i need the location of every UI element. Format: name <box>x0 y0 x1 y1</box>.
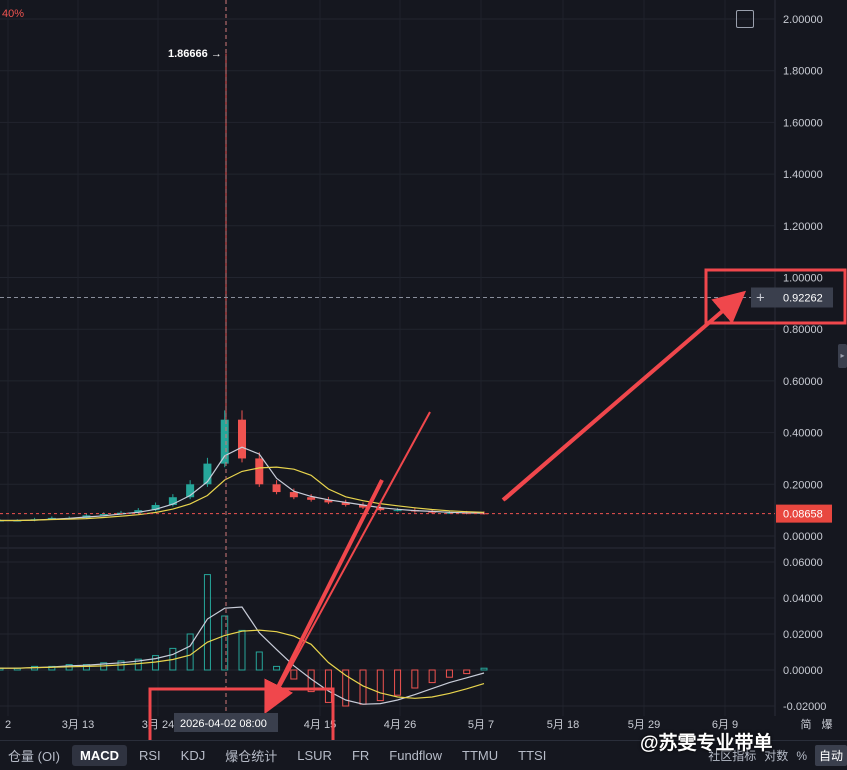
candle-body <box>289 492 298 498</box>
peak-price-label: 1.86666 → <box>168 48 222 60</box>
macd-tick-label: -0.02000 <box>783 701 826 713</box>
ma-long-line <box>0 466 485 522</box>
time-tick-label: 4月 26 <box>384 719 416 731</box>
tab-3[interactable]: KDJ <box>173 745 214 766</box>
tab-8[interactable]: TTMU <box>454 745 506 766</box>
price-tick-label: 0.40000 <box>783 428 823 440</box>
macd-bar <box>428 669 436 684</box>
time-tick-label: 5月 18 <box>547 719 579 731</box>
time-tick-label: 2 <box>5 719 11 731</box>
macd-bar <box>186 633 194 671</box>
macd-bar <box>324 669 332 703</box>
macd-tick-label: 0.02000 <box>783 629 823 641</box>
price-tick-label: 2.00000 <box>783 14 823 26</box>
chart-grid <box>0 0 776 716</box>
indicator-tabs: 仓量 (OI) MACD RSI KDJ 爆仓统计 LSUR FR Fundflow TTMU T… <box>0 743 558 768</box>
time-tick-label: 3月 13 <box>62 719 94 731</box>
macd-tick-label: 0.06000 <box>783 557 823 569</box>
annotation-overlay <box>0 0 847 740</box>
candles-group <box>0 53 488 522</box>
tab-2[interactable]: RSI <box>131 745 169 766</box>
candle-body <box>255 458 264 485</box>
price-tick-label: 0.80000 <box>783 324 823 336</box>
macd-bar <box>411 669 419 689</box>
price-tick-label: 1.00000 <box>783 273 823 285</box>
watermark: @苏雯专业带单 <box>640 733 773 754</box>
current-price-label: 0.08658 <box>783 509 823 521</box>
annotation-arrow-price <box>501 290 747 502</box>
macd-bar <box>376 669 384 702</box>
time-tick-label: 4月 15 <box>304 719 336 731</box>
label-group: 40% 1.86666 → + 0.92262 0.08658 2026-04-02 08… <box>2 8 833 732</box>
candle-body <box>307 497 316 500</box>
tab-9[interactable]: TTSI <box>510 745 554 766</box>
crosshair-time-label: 2026-04-02 08:00 <box>180 718 267 730</box>
side-panel-handle-icon[interactable]: ▸ <box>838 344 847 368</box>
macd-bar <box>290 669 298 680</box>
candle-body <box>393 510 402 512</box>
crosshair-price-label: 0.92262 <box>783 293 823 305</box>
time-tick-label: 5月 7 <box>468 719 494 731</box>
price-tick-label: 1.60000 <box>783 117 823 129</box>
price-tick-label: 1.40000 <box>783 169 823 181</box>
macd-bar <box>238 629 246 671</box>
price-tick-label: 0.00000 <box>783 531 823 543</box>
plus-icon: + <box>756 290 765 307</box>
price-tick-label: 1.80000 <box>783 66 823 78</box>
macd-panel <box>0 574 488 707</box>
price-tick-label: 1.20000 <box>783 221 823 233</box>
macd-bar <box>273 665 281 671</box>
tab-4[interactable]: 爆仓统计 <box>217 743 285 768</box>
annotation-arrow-thin-2 <box>269 411 431 706</box>
axes-group: 0.00000 0.20000 0.40000 0.60000 0.80000 1.000… <box>5 14 833 731</box>
time-tick-label: 简 <box>801 717 812 731</box>
macd-bar <box>255 651 263 671</box>
macd-tick-label: 0.00000 <box>783 665 823 677</box>
macd-bar <box>445 669 453 678</box>
tab-5[interactable]: LSUR <box>289 745 340 766</box>
macd-bar <box>463 669 471 675</box>
tab-7[interactable]: Fundflow <box>381 745 450 766</box>
tab-6[interactable]: FR <box>344 745 377 766</box>
price-tick-label: 0.20000 <box>783 479 823 491</box>
candle-body <box>272 484 281 493</box>
tab-0[interactable]: 仓量 (OI) <box>0 743 68 768</box>
macd-bar <box>221 615 229 671</box>
time-tick-label: 3月 24 <box>142 719 174 731</box>
candle-body <box>220 419 229 464</box>
candle-body <box>238 419 246 459</box>
price-chart[interactable]: 0.00000 0.20000 0.40000 0.60000 0.80000 1.000… <box>0 0 847 740</box>
expand-icon[interactable] <box>736 10 754 28</box>
tab-1[interactable]: MACD <box>72 745 127 766</box>
auto-scale-button[interactable]: 自动 <box>814 745 847 766</box>
time-tick-label: 爆 <box>822 717 833 731</box>
macd-bar <box>480 667 488 671</box>
price-tick-label: 0.60000 <box>783 376 823 388</box>
percent-label: 40% <box>2 8 24 20</box>
percent-button[interactable]: % <box>796 749 807 763</box>
macd-tick-label: 0.04000 <box>783 593 823 605</box>
